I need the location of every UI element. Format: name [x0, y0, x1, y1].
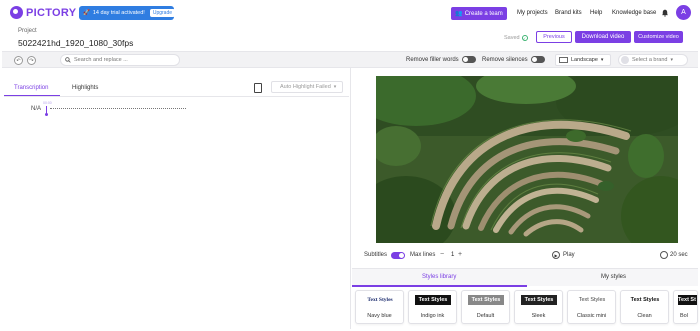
speaker-label[interactable]: N/A: [31, 106, 41, 112]
nav-knowledge-base[interactable]: Knowledge base: [612, 10, 656, 16]
style-name: Default: [476, 313, 495, 319]
style-name: Clean: [637, 313, 652, 319]
customize-video-button[interactable]: Customize video: [634, 31, 683, 43]
max-lines-decrement-button[interactable]: −: [440, 251, 444, 258]
duration: 20 sec: [660, 251, 688, 259]
nav-help[interactable]: Help: [590, 10, 602, 16]
auto-highlight-select[interactable]: Auto Highlight Failed ▾: [271, 81, 343, 93]
style-sample: Text Styles: [574, 295, 610, 305]
nav-brand-kits[interactable]: Brand kits: [555, 10, 582, 16]
tab-my-styles[interactable]: My styles: [601, 274, 626, 280]
style-name: Navy blue: [367, 313, 392, 319]
search-icon: [65, 57, 71, 63]
cursor-time-tag: 00:00: [43, 101, 52, 105]
trial-text: 14 day trial activated!: [92, 10, 145, 16]
style-sample: Text Styles: [362, 295, 398, 305]
undo-icon[interactable]: ↶: [14, 56, 23, 65]
create-team-label: Create a team: [464, 10, 503, 17]
style-sample: Text Styles: [468, 295, 504, 305]
max-lines-label: Max lines: [410, 252, 436, 258]
styles-tabs: Styles library My styles: [352, 268, 698, 287]
bell-icon[interactable]: [661, 9, 669, 17]
tab-highlights[interactable]: Highlights: [72, 85, 98, 91]
style-name: Bol: [680, 313, 688, 319]
trial-banner: 🚀 14 day trial activated! Upgrade: [79, 6, 176, 20]
video-preview[interactable]: [376, 76, 678, 243]
rocket-icon: 🚀: [83, 10, 90, 16]
project-label: Project: [18, 28, 37, 34]
max-lines-value: 1: [451, 252, 455, 258]
previous-button[interactable]: Previous: [536, 31, 572, 43]
redo-icon[interactable]: ↷: [27, 56, 36, 65]
landscape-icon: [559, 57, 568, 63]
subtitles-label: Subtitles: [364, 252, 388, 258]
duration-value: 20 sec: [670, 252, 688, 258]
download-video-button[interactable]: Download video: [575, 31, 631, 43]
style-sample: Text Styles: [627, 295, 663, 305]
transcript-placeholder-dots[interactable]: [50, 108, 186, 110]
style-card-sleek[interactable]: Text Styles Sleek: [514, 290, 563, 324]
style-card-default[interactable]: Text Styles Default: [461, 290, 510, 324]
remove-silences-label: Remove silences: [482, 57, 528, 63]
style-card-navy-blue[interactable]: Text Styles Navy blue: [355, 290, 404, 324]
remove-filler-words-label: Remove filler words: [406, 57, 459, 63]
style-sample: Text St: [678, 295, 697, 305]
avatar[interactable]: A: [676, 5, 691, 20]
editor-toolbar: ↶ ↷ Remove filler words Remove silences …: [2, 51, 698, 68]
tab-transcription[interactable]: Transcription: [14, 85, 48, 91]
subtitles-toggle[interactable]: [391, 252, 405, 259]
chevron-down-icon: ▾: [333, 84, 337, 90]
project-name[interactable]: 5022421hd_1920_1080_30fps: [18, 38, 133, 48]
search-input[interactable]: [74, 57, 174, 63]
tabs-divider: [4, 96, 349, 97]
style-name: Classic mini: [576, 313, 607, 319]
player-controls: Subtitles Max lines − 1 + ▶ Play 20 sec: [356, 248, 696, 264]
tab-styles-library[interactable]: Styles library: [422, 274, 456, 280]
clock-icon: [660, 251, 668, 259]
auto-highlight-label: Auto Highlight Failed: [280, 84, 331, 90]
style-card-bold[interactable]: Text St Bol: [673, 290, 698, 324]
transcript-panel: Transcription Highlights Auto Highlight …: [2, 68, 351, 329]
orientation-select[interactable]: Landscape ▾: [555, 54, 611, 66]
saved-text: Saved: [504, 35, 520, 41]
style-sample: Text Styles: [521, 295, 557, 305]
saved-status: Saved ✓: [504, 35, 528, 41]
logo[interactable]: PICTORY: [10, 6, 76, 19]
top-bar: PICTORY 🚀 14 day trial activated! Upgrad…: [0, 0, 700, 26]
search-replace-box[interactable]: [60, 54, 180, 66]
style-name: Sleek: [531, 313, 546, 319]
play-icon: ▶: [552, 251, 560, 259]
remove-filler-words-toggle[interactable]: [462, 56, 476, 63]
logo-text: PICTORY: [26, 6, 77, 19]
style-sample: Text Styles: [415, 295, 451, 305]
play-button[interactable]: ▶ Play: [552, 251, 575, 259]
active-tab-indicator: [352, 285, 527, 287]
nav-my-projects[interactable]: My projects: [517, 10, 548, 16]
max-lines-increment-button[interactable]: +: [458, 251, 462, 258]
style-card-indigo-ink[interactable]: Text Styles Indigo ink: [408, 290, 457, 324]
team-icon: 👥: [455, 11, 463, 17]
chevron-down-icon: ▾: [670, 57, 673, 63]
play-label: Play: [563, 252, 575, 258]
upgrade-button[interactable]: Upgrade: [149, 9, 176, 17]
check-circle-icon: ✓: [521, 35, 528, 41]
brand-select[interactable]: Select a brand ▾: [618, 54, 688, 66]
remove-silences-toggle[interactable]: [531, 56, 545, 63]
style-card-clean[interactable]: Text Styles Clean: [620, 290, 669, 324]
style-name: Indigo ink: [420, 313, 445, 319]
brand-placeholder: Select a brand: [632, 57, 668, 63]
brand-avatar-icon: [621, 56, 629, 64]
document-icon[interactable]: [254, 83, 262, 93]
orientation-value: Landscape: [571, 57, 598, 63]
playhead-cursor[interactable]: [45, 106, 48, 116]
style-card-classic-mini[interactable]: Text Styles Classic mini: [567, 290, 616, 324]
pictory-logo-icon: [10, 6, 23, 19]
create-team-button[interactable]: 👥 Create a team: [451, 7, 507, 20]
chevron-down-icon: ▾: [600, 57, 604, 63]
